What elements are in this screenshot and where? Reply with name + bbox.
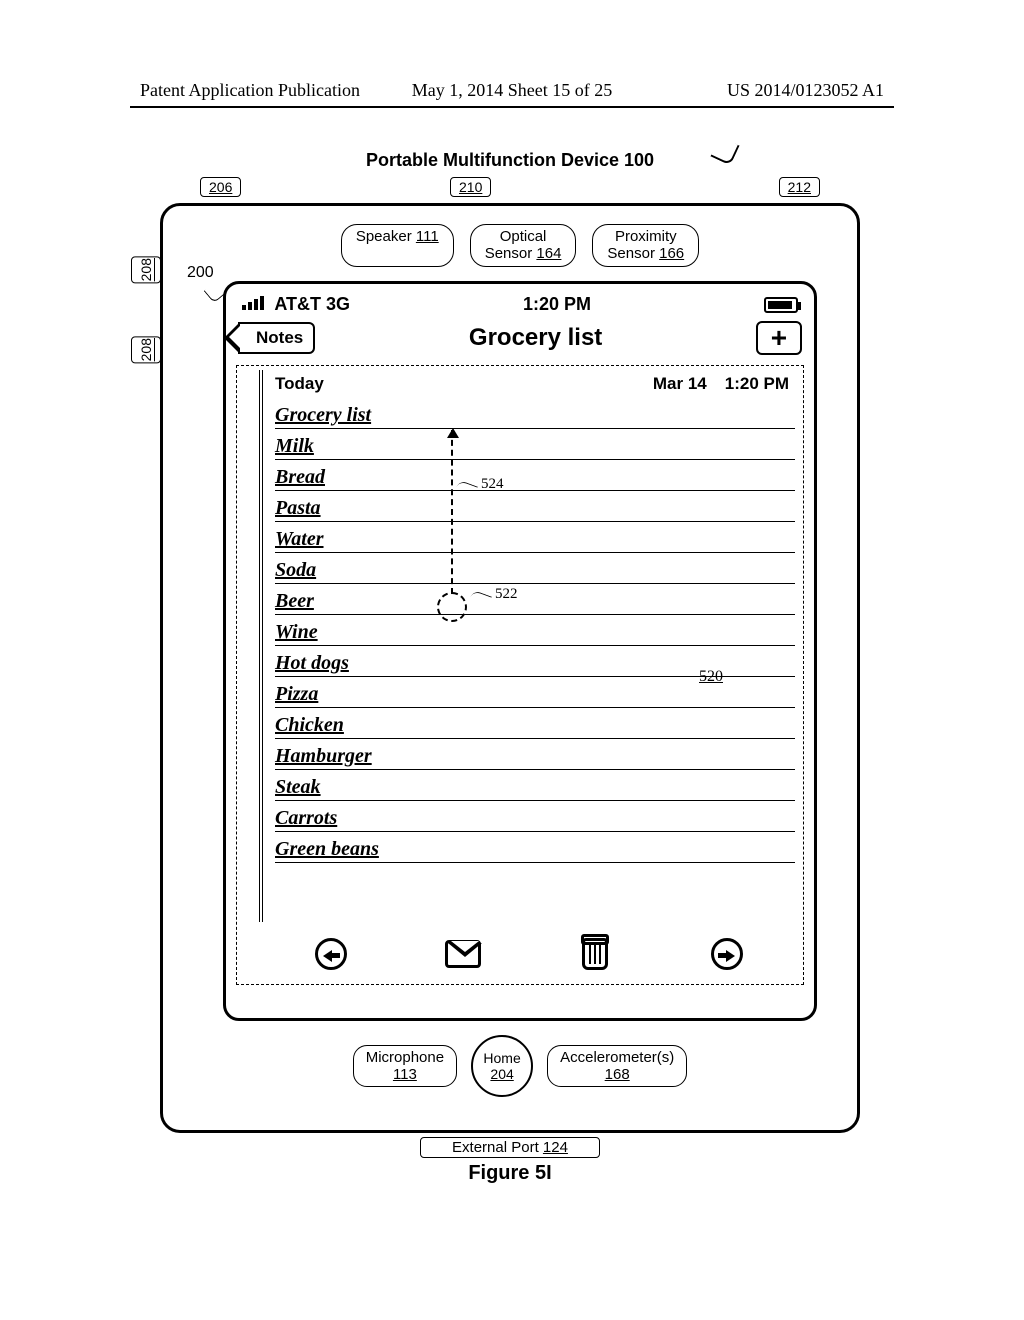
list-item[interactable]: Steak (275, 770, 795, 801)
list-item[interactable]: Hamburger (275, 739, 795, 770)
ref-208-b: 208 (131, 336, 161, 363)
device-body: 208 208 200 Speaker 111 OpticalSensor 16… (160, 203, 860, 1133)
prev-button[interactable] (313, 936, 349, 972)
list-item[interactable]: Chicken (275, 708, 795, 739)
list-item[interactable]: Soda (275, 553, 795, 584)
ref-522: 522 (495, 586, 518, 603)
optical-sensor-label: OpticalSensor 164 (470, 224, 577, 267)
arrow-right-circle-icon (711, 938, 743, 970)
status-time: 1:20 PM (523, 294, 591, 315)
speaker-label: Speaker 111 (341, 224, 454, 267)
figure-caption: Figure 5I (160, 1162, 860, 1185)
note-toolbar (265, 930, 793, 978)
plus-icon: + (771, 322, 787, 354)
list-item[interactable]: Beer (275, 584, 795, 615)
add-button[interactable]: + (756, 321, 802, 355)
ref-206: 206 (200, 177, 241, 197)
swipe-arrow-icon (451, 430, 453, 594)
note-title-row[interactable]: Grocery list (275, 398, 795, 429)
trash-icon (582, 938, 608, 970)
list-item[interactable]: Bread (275, 460, 795, 491)
header-rule (130, 106, 894, 108)
arrow-left-circle-icon (315, 938, 347, 970)
note-time: 1:20 PM (725, 374, 789, 394)
mail-icon (445, 940, 481, 968)
list-item[interactable]: Wine (275, 615, 795, 646)
ref-210: 210 (450, 177, 491, 197)
signal-icon (242, 296, 264, 310)
mail-button[interactable] (445, 936, 481, 972)
accelerometer-label: Accelerometer(s)168 (547, 1045, 687, 1088)
external-port-label: External Port 124 (420, 1137, 600, 1158)
note-content[interactable]: Today Mar 14 1:20 PM Grocery list Milk B… (236, 365, 804, 985)
touchscreen[interactable]: AT&T 3G 1:20 PM Notes Grocery list + Tod… (223, 281, 817, 1021)
next-button[interactable] (709, 936, 745, 972)
list-item[interactable]: Pasta (275, 491, 795, 522)
carrier-label: AT&T 3G (274, 294, 350, 314)
proximity-sensor-label: ProximitySensor 166 (592, 224, 699, 267)
ref-524: 524 (481, 476, 504, 493)
list-item[interactable]: Milk (275, 429, 795, 460)
ref-520: 520 (699, 668, 723, 686)
ref-212: 212 (779, 177, 820, 197)
margin-rule (259, 370, 263, 922)
home-button[interactable]: Home 204 (471, 1035, 533, 1097)
list-item[interactable]: Water (275, 522, 795, 553)
header-left: Patent Application Publication (140, 80, 360, 101)
note-date: Mar 14 (653, 374, 707, 394)
device-title: Portable Multifunction Device 100 (160, 150, 860, 171)
status-bar: AT&T 3G 1:20 PM (236, 292, 804, 317)
list-item[interactable]: Carrots (275, 801, 795, 832)
ref-200: 200 (187, 264, 214, 282)
leader-arrow-icon (714, 140, 740, 166)
microphone-label: Microphone113 (353, 1045, 457, 1088)
header-center: May 1, 2014 Sheet 15 of 25 (412, 80, 612, 101)
header-right: US 2014/0123052 A1 (727, 80, 884, 101)
back-button[interactable]: Notes (238, 322, 315, 354)
today-label: Today (275, 374, 324, 394)
list-item[interactable]: Green beans (275, 832, 795, 863)
touch-point-icon (437, 592, 467, 622)
battery-icon (764, 297, 798, 313)
delete-button[interactable] (577, 936, 613, 972)
note-lines[interactable]: Grocery list Milk Bread Pasta Water Soda… (245, 398, 795, 863)
page-title: Grocery list (469, 324, 602, 352)
ref-208-a: 208 (131, 256, 161, 283)
